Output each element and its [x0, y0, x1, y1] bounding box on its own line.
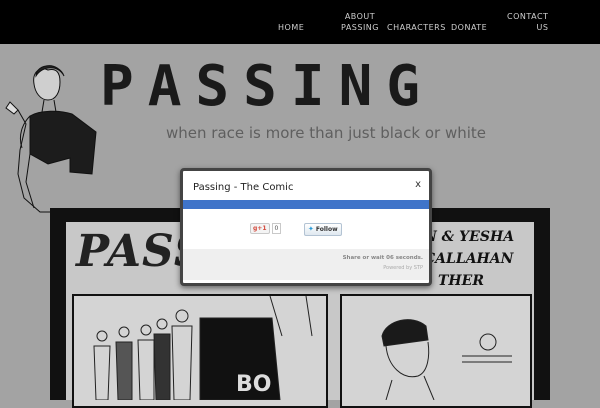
- nav-donate[interactable]: DONATE: [451, 22, 487, 33]
- powered-by-link[interactable]: Powered by STP: [383, 265, 423, 271]
- twitter-follow-label: Follow: [315, 226, 338, 233]
- nav-about-line2: PASSING: [341, 23, 379, 32]
- comic-credit-line1: N & YESHA CALLAHAN: [424, 229, 515, 267]
- site-tagline: when race is more than just black or whi…: [166, 124, 486, 142]
- nav-contact-us[interactable]: CONTACT US: [507, 11, 548, 33]
- nav-home[interactable]: HOME: [278, 22, 304, 33]
- google-plus-button[interactable]: g+1 0: [250, 223, 282, 234]
- comic-credit: N & YESHA CALLAHAN THER: [424, 226, 600, 292]
- nav-contact-line2: US: [536, 23, 549, 32]
- nav-about-passing[interactable]: ABOUT PASSING: [341, 11, 379, 33]
- share-wait-text: Share or wait 06 seconds.: [342, 255, 423, 261]
- comic-crowd-illustration: [93, 296, 313, 400]
- nav-characters[interactable]: CHARACTERS: [387, 22, 446, 33]
- twitter-follow-button[interactable]: ✦ Follow: [304, 223, 342, 236]
- hero-character-illustration: [5, 65, 97, 213]
- nav-contact-line1: CONTACT: [507, 12, 549, 21]
- dialog-accent-bar: [183, 200, 429, 209]
- close-icon[interactable]: x: [415, 179, 421, 190]
- dialog-title: Passing - The Comic: [193, 182, 294, 193]
- twitter-bird-icon: ✦: [308, 225, 314, 233]
- share-buttons-area: g+1 0 ✦ Follow: [183, 209, 429, 249]
- dialog-footer: Share or wait 06 seconds. Powered by STP: [183, 249, 429, 280]
- comic-girl-illustration: [381, 319, 512, 400]
- comic-sign-text: BO: [236, 372, 272, 397]
- top-navigation-bar: HOME ABOUT PASSING CHARACTERS DONATE CON…: [0, 0, 600, 44]
- site-title: PASSING: [100, 54, 435, 119]
- share-popup-dialog: Passing - The Comic x g+1 0 ✦ Follow Sha…: [180, 168, 432, 286]
- google-plus-label: g+1: [250, 223, 270, 234]
- comic-credit-line2: THER: [438, 273, 484, 289]
- google-plus-count: 0: [271, 223, 282, 234]
- nav-about-line1: ABOUT: [344, 12, 376, 21]
